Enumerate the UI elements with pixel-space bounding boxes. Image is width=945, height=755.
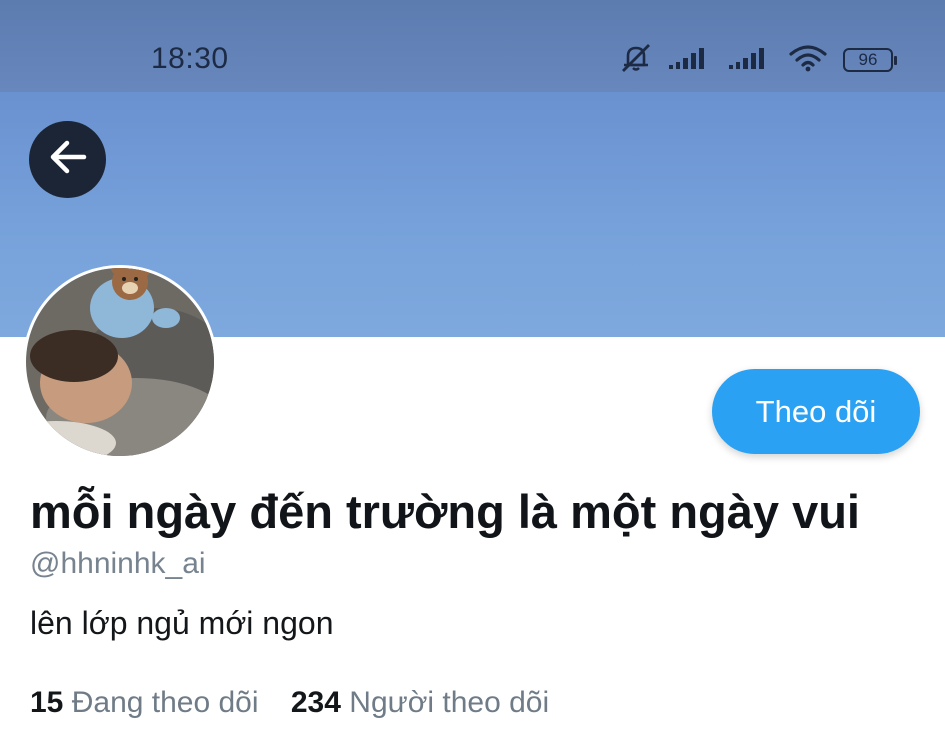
- followers-count: 234: [290, 686, 341, 719]
- follow-button[interactable]: Theo dõi: [712, 369, 920, 454]
- bell-muted-icon: [619, 43, 653, 78]
- status-icons: 96: [619, 43, 897, 78]
- followers-label: Người theo dõi: [349, 686, 550, 719]
- arrow-left-icon: [46, 137, 90, 182]
- followers-stat[interactable]: 234 Người theo dõi: [291, 686, 549, 720]
- signal-icon: [729, 45, 773, 76]
- status-time: 18:30: [151, 42, 229, 75]
- avatar[interactable]: [23, 265, 217, 459]
- battery-level: 96: [858, 50, 878, 69]
- profile-stats: 15 Đang theo dõi 234 Người theo dõi: [30, 686, 573, 720]
- back-button[interactable]: [29, 121, 106, 198]
- battery-icon: 96: [843, 48, 897, 72]
- wifi-icon: [789, 44, 827, 77]
- following-count: 15: [30, 686, 64, 719]
- following-label: Đang theo dõi: [71, 686, 259, 719]
- profile-handle: @hhninhk_ai: [30, 547, 206, 580]
- profile-display-name: mỗi ngày đến trường là một ngày vui: [30, 485, 860, 538]
- status-bar: 18:30 96: [0, 0, 945, 92]
- signal-icon: [669, 45, 713, 76]
- following-stat[interactable]: 15 Đang theo dõi: [30, 686, 259, 720]
- profile-bio: lên lớp ngủ mới ngon: [30, 605, 334, 641]
